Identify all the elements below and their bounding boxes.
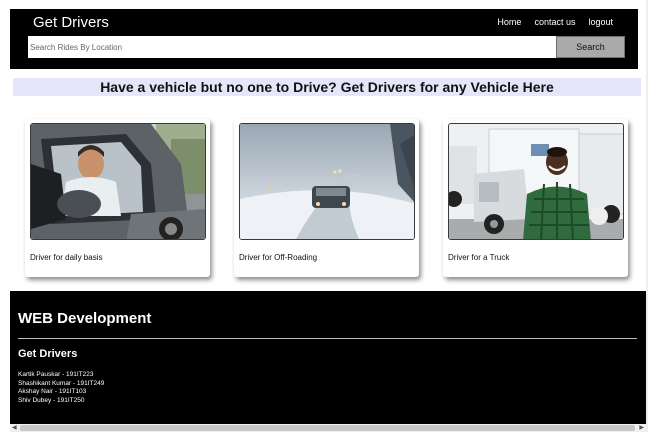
search-input[interactable] [28,36,556,58]
car-on-snowy-road-photo [239,123,415,240]
card-caption: Driver for Off-Roading [239,253,318,262]
brand-title[interactable]: Get Drivers [33,13,109,33]
page-headline: Have a vehicle but no one to Drive? Get … [13,78,641,96]
card-daily-driver[interactable]: Driver for daily basis [25,119,210,277]
horizontal-scrollbar[interactable]: ◀ ▶ [10,424,646,432]
team-member: Shiv Dubey - 191IT250 [18,396,85,404]
nav-link-home[interactable]: Home [497,15,521,29]
man-driving-car-photo [30,123,206,240]
scroll-left-icon[interactable]: ◀ [12,424,17,432]
nav-links: Home contact us logout [497,15,613,29]
team-members-list: Kartik Pauskar - 191IT223 Shashikant Kum… [18,371,104,405]
team-member: Kartik Pauskar - 191IT223 [18,371,94,378]
footer: WEB Development Get Drivers Kartik Pausk… [10,291,646,424]
card-truck-driver[interactable]: Driver for a Truck [443,119,628,277]
footer-title: WEB Development [18,310,152,327]
search-button[interactable]: Search [556,36,625,58]
team-member: Shashikant Kumar - 191IT249 [18,379,105,387]
footer-subtitle: Get Drivers [18,348,78,360]
card-offroad-driver[interactable]: Driver for Off-Roading [234,119,419,277]
card-caption: Driver for daily basis [30,253,103,262]
navbar: Get Drivers Home contact us logout Searc… [10,9,638,69]
footer-divider [18,338,637,339]
nav-link-logout[interactable]: logout [588,15,613,29]
card-caption: Driver for a Truck [448,253,510,262]
nav-link-contact[interactable]: contact us [534,15,575,29]
scroll-right-icon[interactable]: ▶ [639,424,644,432]
team-member: Akshay Nair - 191IT103 [18,388,87,395]
search-bar: Search [28,36,625,58]
scrollbar-thumb[interactable] [20,425,635,431]
truck-driver-photo [448,123,624,240]
